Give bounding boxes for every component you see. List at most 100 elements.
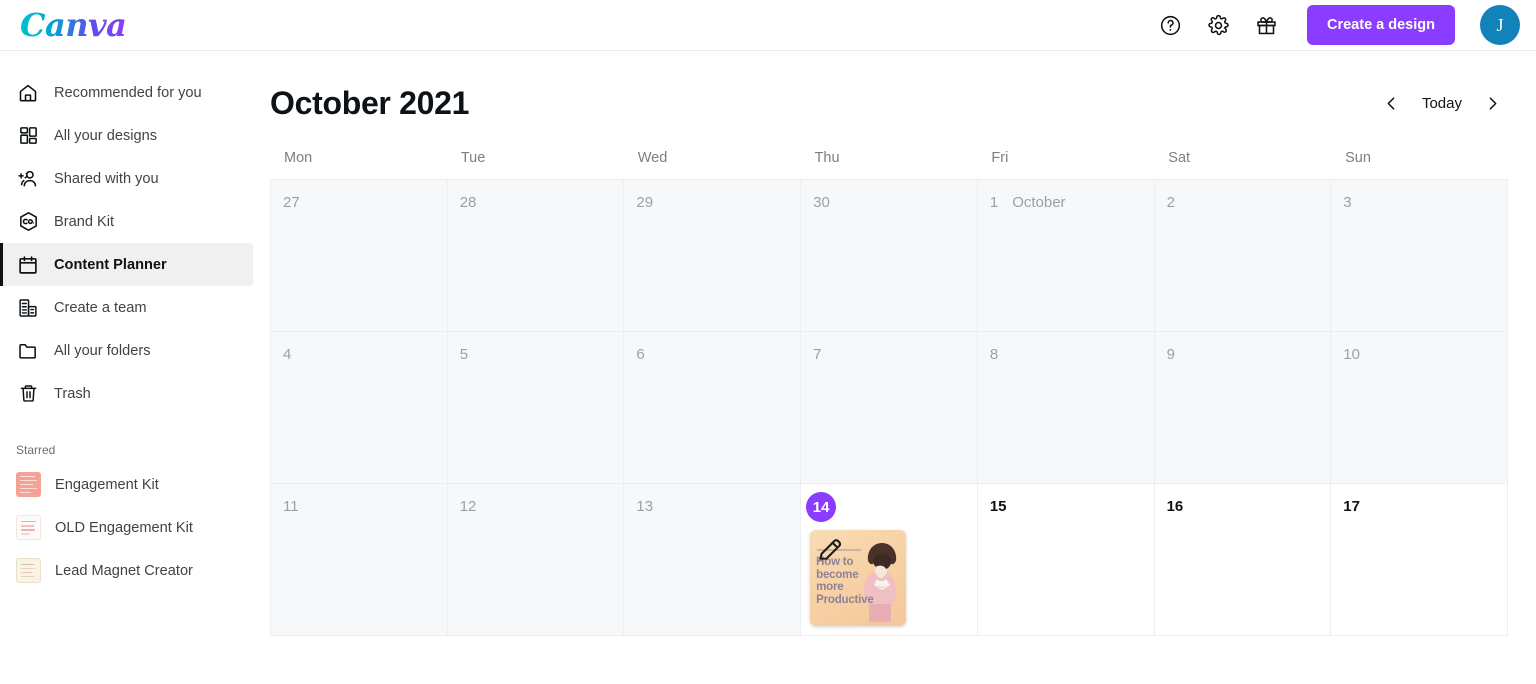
sidebar-item-trash[interactable]: Trash [0, 372, 253, 415]
weekday-label: Fri [991, 150, 1009, 166]
content-planner-main: October 2021 Today Mon Tue Wed Thu Fri S… [256, 51, 1536, 684]
day-number: 9 [1166, 346, 1175, 363]
calendar-day-cell[interactable]: 28 [447, 180, 625, 332]
day-number: 15 [989, 498, 1007, 515]
day-number: 16 [1166, 498, 1184, 515]
design-thumbnail [16, 515, 41, 540]
calendar-day-cell[interactable]: 27 [271, 180, 448, 332]
calendar-day-cell[interactable]: 1 October [977, 180, 1155, 332]
design-thumbnail [16, 558, 41, 583]
calendar-day-cell[interactable]: 2 [1154, 180, 1332, 332]
sidebar-item-label: Create a team [54, 299, 147, 316]
starred-item-engagement-kit[interactable]: Engagement Kit [0, 463, 256, 506]
sidebar-item-recommended-for-you[interactable]: Recommended for you [0, 71, 253, 114]
day-number: 12 [459, 498, 477, 515]
gift-icon[interactable] [1249, 8, 1283, 42]
calendar-day-cell[interactable]: 14 How to become more Productive [801, 484, 978, 636]
sidebar-item-content-planner[interactable]: Content Planner [0, 243, 253, 286]
sidebar-item-label: Content Planner [54, 256, 167, 273]
weekday-label: Thu [814, 150, 840, 166]
create-a-design-button[interactable]: Create a design [1307, 5, 1455, 45]
sidebar-item-create-a-team[interactable]: Create a team [0, 286, 253, 329]
folder-icon [16, 339, 40, 363]
chevron-left-icon[interactable] [1376, 88, 1408, 120]
day-number: 13 [636, 498, 654, 515]
weekday-label: Mon [284, 150, 313, 166]
shared-people-icon [16, 167, 40, 191]
starred-item-label: OLD Engagement Kit [55, 519, 193, 536]
calendar-day-cell[interactable]: 11 [271, 484, 448, 636]
day-number: 1 [989, 194, 999, 211]
chevron-right-icon[interactable] [1476, 88, 1508, 120]
starred-item-lead-magnet-creator[interactable]: Lead Magnet Creator [0, 549, 256, 592]
sidebar-item-label: Shared with you [54, 170, 159, 187]
month-marker-label: October [1012, 194, 1066, 211]
sidebar-item-all-your-designs[interactable]: All your designs [0, 114, 253, 157]
calendar-day-cell[interactable]: 17 [1331, 484, 1508, 636]
brand-hexagon-icon [16, 210, 40, 234]
calendar-day-cell[interactable]: 8 [977, 332, 1155, 484]
design-thumbnail [16, 472, 41, 497]
trash-icon [16, 382, 40, 406]
sidebar-item-label: Trash [54, 385, 91, 402]
starred-section-label: Starred [16, 443, 56, 457]
day-number: 8 [989, 346, 999, 363]
weekday-label: Tue [460, 150, 486, 166]
calendar-header: October 2021 Today [256, 51, 1536, 122]
weekday-header-row: Mon Tue Wed Thu Fri Sat Sun [270, 150, 1508, 166]
calendar-day-cell[interactable]: 16 [1154, 484, 1332, 636]
calendar-day-cell[interactable]: 29 [624, 180, 802, 332]
sidebar-item-label: All your designs [54, 127, 158, 144]
day-number: 29 [636, 194, 654, 211]
avatar[interactable]: J [1480, 5, 1520, 45]
canva-logo[interactable]: Canva [20, 9, 127, 41]
gear-icon[interactable] [1201, 8, 1235, 42]
calendar-icon [16, 253, 40, 277]
calendar-day-cell[interactable]: 9 [1154, 332, 1332, 484]
day-number: 11 [283, 498, 299, 515]
starred-item-old-engagement-kit[interactable]: OLD Engagement Kit [0, 506, 256, 549]
calendar-day-cell[interactable]: 7 [801, 332, 978, 484]
top-bar-actions: Create a design J [1153, 5, 1520, 45]
calendar-day-cell[interactable]: 12 [447, 484, 625, 636]
day-number: 28 [459, 194, 477, 211]
calendar-day-cell[interactable]: 13 [624, 484, 802, 636]
calendar-day-cell[interactable]: 3 [1331, 180, 1508, 332]
sidebar-item-label: All your folders [54, 342, 151, 359]
day-number: 5 [459, 346, 469, 363]
sidebar-item-label: Brand Kit [54, 213, 115, 230]
grid-icon [16, 124, 40, 148]
calendar-day-cell[interactable]: 30 [801, 180, 978, 332]
sidebar-item-all-your-folders[interactable]: All your folders [0, 329, 253, 372]
today-button[interactable]: Today [1412, 89, 1472, 118]
day-number: 4 [283, 346, 292, 363]
top-bar: Canva Create a design J [0, 0, 1536, 51]
weekday-label: Wed [637, 150, 668, 166]
today-badge: 14 [806, 492, 837, 522]
day-number: 3 [1343, 194, 1352, 211]
weekday-label: Sat [1168, 150, 1191, 166]
building-icon [16, 296, 40, 320]
starred-item-label: Engagement Kit [55, 476, 159, 493]
page-title: October 2021 [270, 85, 470, 121]
day-number: 10 [1343, 346, 1360, 363]
sidebar: Recommended for you All your designs Sha… [0, 51, 256, 684]
day-number: 27 [283, 194, 300, 211]
day-number: 2 [1166, 194, 1175, 211]
pencil-icon[interactable] [815, 534, 845, 564]
calendar-grid: 27 28 29 30 1 October 2 3 4 5 6 7 8 9 10 11 12 13 14 How to… [270, 179, 1508, 636]
calendar-day-cell[interactable]: 6 [624, 332, 802, 484]
sidebar-item-shared-with-you[interactable]: Shared with you [0, 157, 253, 200]
sidebar-item-brand-kit[interactable]: Brand Kit [0, 200, 253, 243]
weekday-label: Sun [1345, 150, 1371, 166]
home-icon [16, 81, 40, 105]
day-number: 7 [813, 346, 822, 363]
calendar-day-cell[interactable]: 5 [447, 332, 625, 484]
calendar-day-cell[interactable]: 15 [977, 484, 1155, 636]
calendar-day-cell[interactable]: 10 [1331, 332, 1508, 484]
calendar-day-cell[interactable]: 4 [271, 332, 448, 484]
scheduled-design-card[interactable]: How to become more Productive [810, 530, 907, 626]
day-number: 30 [813, 194, 830, 211]
calendar-navigation: Today [1376, 88, 1508, 120]
help-circle-icon[interactable] [1153, 8, 1187, 42]
